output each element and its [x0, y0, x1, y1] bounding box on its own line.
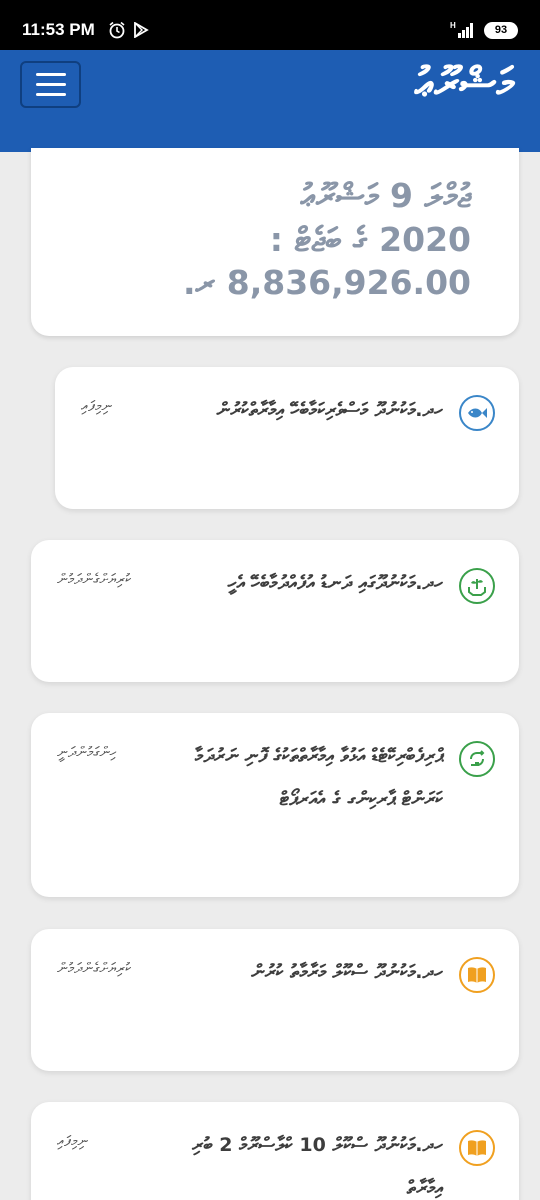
project-card[interactable]: ޕްރިފެބްރިކޭޓެޑް އަޅުވާ އިމާރާތްތަކުގެ ފ… [31, 713, 519, 897]
alarm-icon [108, 21, 126, 43]
page-title: މަޝްރޫޢު [414, 58, 514, 107]
project-card[interactable]: ހދ.މަކުނުދޫގައި ދަނޑު އުފެއްދުމާބެހޭ އެހ… [31, 540, 519, 682]
book-icon [459, 1130, 495, 1166]
project-status: ކުރިޔަށްގެންދަމުން [57, 570, 132, 588]
signal-icon: H [448, 20, 478, 44]
book-icon [459, 957, 495, 993]
project-card[interactable]: ހދ.މަކުނުދޫ މަސްވެރިކަމާބެހޭ އިމާރާތްކުރ… [55, 367, 519, 509]
fish-icon [459, 395, 495, 431]
play-store-icon [133, 21, 149, 42]
project-status: ނިމިފައި [57, 1132, 88, 1150]
project-status: ހިންގަމުންދަނީ [57, 743, 117, 761]
project-title: ހދ.މަކުނުދޫ ސްކޫލް މަރާމާތު ކުރުން [251, 961, 443, 983]
total-projects-text: ޖުމްލަ 9 މަޝްރޫޢު [300, 176, 472, 215]
budget-label: 2020 ގެ ބަޖެޓް : [269, 220, 471, 259]
menu-button[interactable] [20, 61, 81, 108]
project-title: ހދ.މަކުނުދޫ މަސްވެރިކަމާބެހޭ އިމާރާތްކުރ… [216, 399, 443, 421]
hamburger-icon [35, 73, 66, 76]
budget-amount: 8,836,926.00 ރ. [183, 263, 471, 302]
status-bar: 11:53 PM H 93 [0, 0, 540, 50]
app-bar: މަޝްރޫޢު [0, 50, 540, 152]
project-title: ޕްރިފެބްރިކޭޓެޑް އަޅުވާ އިމާރާތްތަކުގެ ފ… [194, 745, 443, 810]
project-card[interactable]: ހދ.މަކުނުދޫ ސްކޫލް 10 ކްލާސްރޫމް 2 ބުރި … [31, 1102, 519, 1200]
project-title: ހދ.މަކުނުދޫގައި ދަނޑު އުފެއްދުމާބެހޭ އެހ… [227, 572, 443, 594]
status-time: 11:53 PM [22, 20, 95, 39]
project-title: ހދ.މަކުނުދޫ ސްކޫލް 10 ކްލާސްރޫމް 2 ބުރި … [192, 1134, 443, 1199]
battery-indicator: 93 [484, 22, 518, 39]
project-status: ނިމިފައި [81, 397, 112, 415]
project-status: ކުރިޔަށްގެންދަމުން [57, 959, 132, 977]
project-card[interactable]: ހދ.މަކުނުދޫ ސްކޫލް މަރާމާތު ކުރުން ކުރިޔ… [31, 929, 519, 1071]
recycle-plug-icon [459, 741, 495, 777]
plant-hands-icon [459, 568, 495, 604]
svg-text:H: H [450, 21, 456, 30]
summary-card: ޖުމްލަ 9 މަޝްރޫޢު 2020 ގެ ބަޖެޓް : 8,836… [31, 148, 519, 336]
